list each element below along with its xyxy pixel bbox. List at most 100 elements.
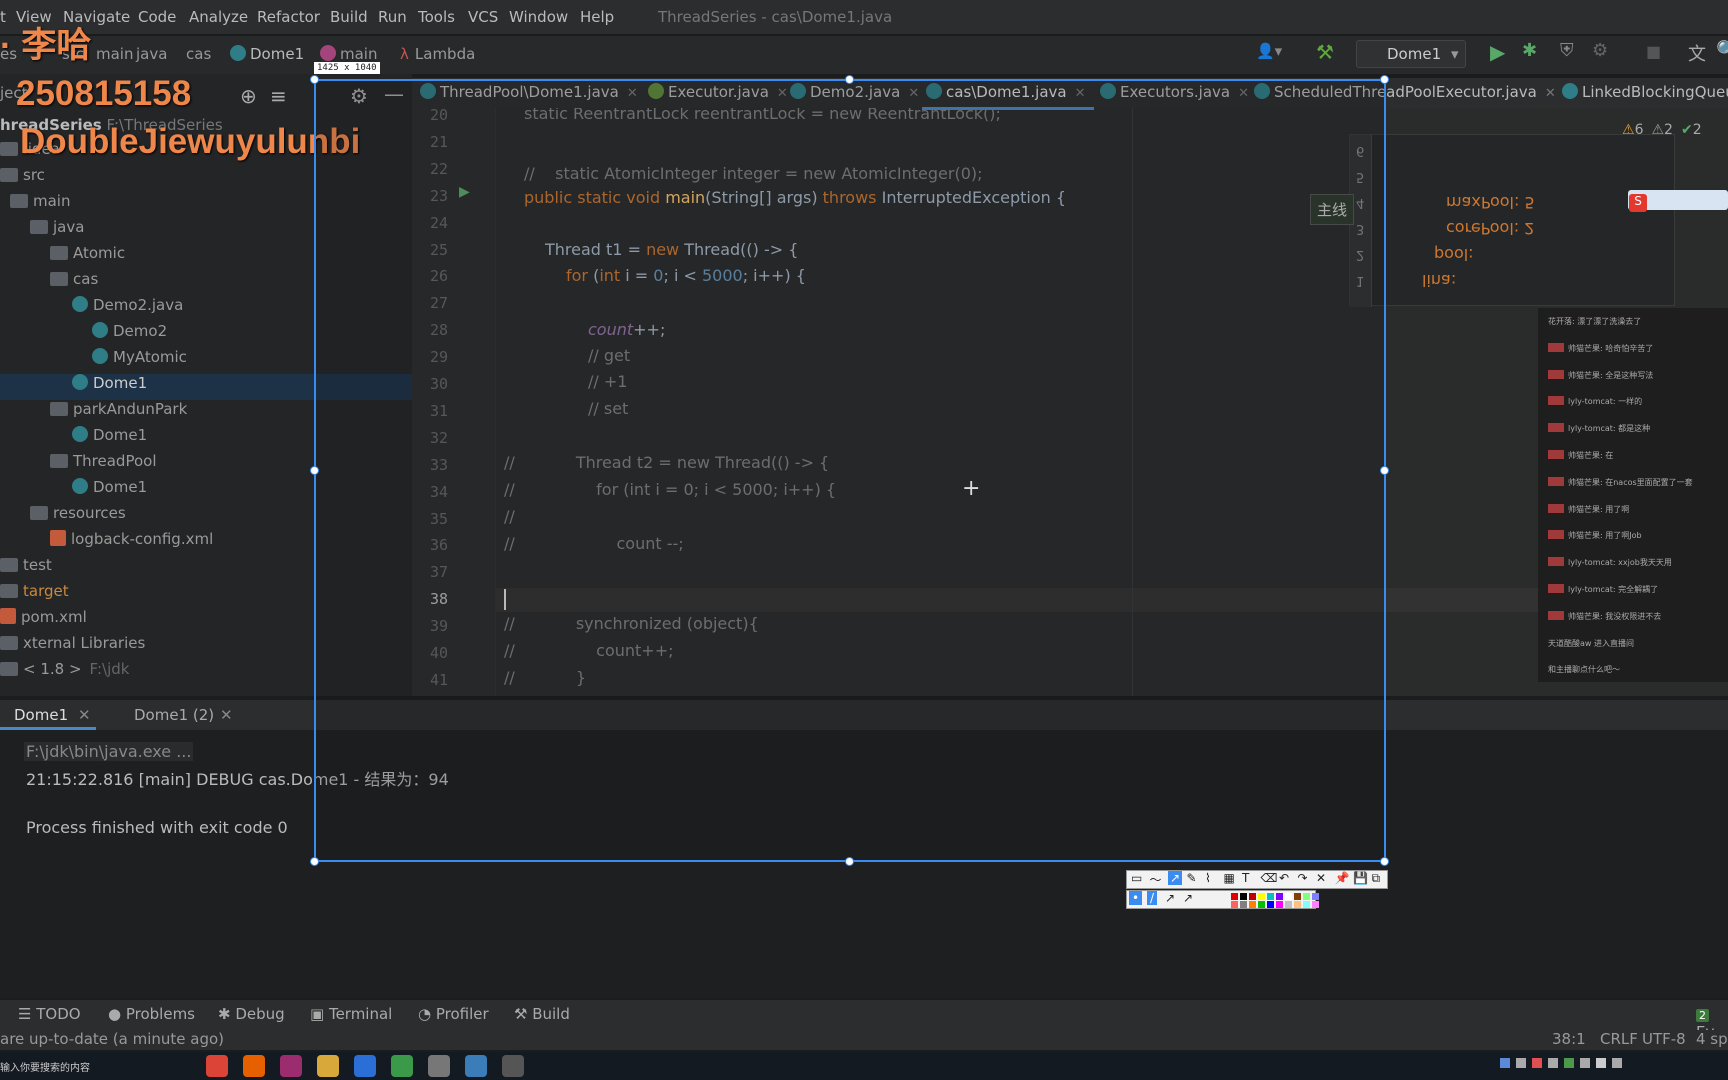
rect-tool-icon[interactable]: ▭ (1131, 871, 1142, 885)
menu-tools[interactable]: Tools (418, 8, 455, 26)
tree-item[interactable]: resources (30, 504, 126, 522)
app-image-icon[interactable] (465, 1055, 487, 1077)
problems-tool[interactable]: ● Problems (108, 1005, 195, 1023)
color-swatch[interactable] (1231, 901, 1238, 908)
run-icon[interactable]: ▶ (1490, 40, 1505, 64)
eraser-tool-icon[interactable]: ⌫ (1261, 871, 1278, 885)
color-swatch[interactable] (1312, 893, 1319, 900)
firefox-icon[interactable] (243, 1055, 265, 1077)
app-text-icon[interactable] (428, 1055, 450, 1077)
tree-item[interactable]: cas (50, 270, 98, 288)
color-swatch[interactable] (1303, 901, 1310, 908)
stop-icon[interactable]: ■ (1646, 42, 1661, 61)
arrow-style-icon[interactable]: ↗ (1183, 891, 1193, 905)
build-hammer-icon[interactable]: ⚒ (1316, 40, 1334, 64)
run-config-select[interactable]: Dome1 ▾ (1356, 40, 1466, 68)
resize-handle[interactable] (310, 466, 319, 475)
resize-handle[interactable] (310, 75, 319, 84)
user-icon[interactable]: 👤▾ (1256, 42, 1282, 60)
build-tool[interactable]: ⚒ Build (514, 1005, 570, 1023)
menu-window[interactable]: Window (509, 8, 568, 26)
mosaic-tool-icon[interactable]: ▦ (1224, 871, 1235, 885)
resize-handle[interactable] (845, 75, 854, 84)
translate-icon[interactable]: 文 (1688, 40, 1706, 66)
brush-tool-icon[interactable]: ⌇ (1205, 871, 1211, 885)
close-tool-icon[interactable]: ✕ (1316, 871, 1326, 885)
taskbar-search[interactable]: 输入你要搜索的内容 (0, 1059, 90, 1074)
run-tab-dome1-2[interactable]: Dome1 (2) (134, 706, 214, 724)
system-tray[interactable] (1500, 1058, 1720, 1074)
menu-vcs[interactable]: VCS (468, 8, 498, 26)
save-tool-icon[interactable]: 💾 (1353, 871, 1368, 885)
breadcrumb-lambda[interactable]: λ Lambda (400, 45, 475, 63)
color-swatch[interactable] (1258, 901, 1265, 908)
search-icon[interactable]: 🔍 (1716, 40, 1728, 61)
tree-item[interactable]: < 1.8 > F:\jdk (0, 660, 129, 678)
debug-icon[interactable]: ✱ (1522, 40, 1537, 61)
profiler-tool[interactable]: ◔ Profiler (418, 1005, 489, 1023)
color-swatch[interactable] (1249, 901, 1256, 908)
ime-toolbar[interactable]: S (1628, 190, 1728, 212)
arrow-style-icon[interactable]: ↗ (1165, 891, 1175, 905)
file-encoding[interactable]: UTF-8 (1642, 1030, 1686, 1048)
pen-tool-icon[interactable]: 〜 (1150, 871, 1162, 888)
color-swatch[interactable] (1231, 893, 1238, 900)
tree-item[interactable]: target (0, 582, 69, 600)
run-tab-dome1[interactable]: Dome1 (14, 706, 68, 724)
tree-item[interactable]: ThreadPool (50, 452, 156, 470)
indent-setting[interactable]: 4 sp (1696, 1030, 1728, 1048)
tree-item[interactable]: Demo2 (92, 322, 167, 340)
chrome-icon[interactable] (206, 1055, 228, 1077)
resize-handle[interactable] (1380, 466, 1389, 475)
crosshair-icon[interactable]: ⊕ (240, 84, 257, 108)
color-swatch[interactable] (1267, 893, 1274, 900)
tree-item[interactable]: pom.xml (0, 608, 87, 626)
tree-item[interactable]: xternal Libraries (0, 634, 145, 652)
pin-tool-icon[interactable]: 📌 (1335, 871, 1350, 885)
size-medium-icon[interactable]: / (1147, 891, 1158, 905)
folder-icon[interactable] (317, 1055, 339, 1077)
tree-item[interactable]: MyAtomic (92, 348, 187, 366)
color-swatch[interactable] (1285, 901, 1292, 908)
collapse-icon[interactable]: ≡ (270, 84, 287, 108)
app-k-icon[interactable] (354, 1055, 376, 1077)
color-swatch[interactable] (1258, 893, 1265, 900)
profile-icon[interactable]: ⚙ (1592, 40, 1608, 61)
tree-item[interactable]: test (0, 556, 52, 574)
undo-tool-icon[interactable]: ↶ (1279, 871, 1289, 885)
tab-linkedblockingqueue[interactable]: LinkedBlockingQueu (1562, 83, 1728, 101)
color-swatch[interactable] (1276, 893, 1283, 900)
color-swatch[interactable] (1240, 901, 1247, 908)
coverage-icon[interactable]: ⛨ (1560, 40, 1574, 61)
screenshot-selection[interactable] (314, 79, 1386, 862)
tree-item[interactable]: logback-config.xml (50, 530, 213, 548)
color-swatch[interactable] (1240, 893, 1247, 900)
color-swatch[interactable] (1249, 893, 1256, 900)
marker-tool-icon[interactable]: ✎ (1187, 871, 1197, 885)
redo-tool-icon[interactable]: ↷ (1298, 871, 1308, 885)
color-swatch[interactable] (1294, 893, 1301, 900)
resize-handle[interactable] (1380, 857, 1389, 866)
app-tool-icon[interactable] (502, 1055, 524, 1077)
copy-tool-icon[interactable]: ⧉ (1372, 871, 1381, 886)
arrow-tool-icon[interactable]: ↗ (1168, 871, 1183, 885)
color-swatch[interactable] (1285, 893, 1292, 900)
tree-item[interactable]: parkAndunPark (50, 400, 187, 418)
app-green-icon[interactable] (391, 1055, 413, 1077)
caret-position[interactable]: 38:1 (1552, 1030, 1586, 1048)
resize-handle[interactable] (310, 857, 319, 866)
close-icon[interactable]: ✕ (1545, 86, 1556, 101)
resize-handle[interactable] (845, 857, 854, 866)
tree-item[interactable]: Dome1 (72, 426, 147, 444)
color-swatch[interactable] (1267, 901, 1274, 908)
tree-item[interactable]: Demo2.java (72, 296, 183, 314)
todo-tool[interactable]: ☰ TODO (18, 1005, 81, 1023)
tree-item[interactable]: Dome1 (72, 374, 147, 392)
text-tool-icon[interactable]: T (1242, 871, 1249, 885)
color-swatch[interactable] (1303, 893, 1310, 900)
tree-item[interactable]: Atomic (50, 244, 125, 262)
menu-run[interactable]: Run (378, 8, 407, 26)
intellij-icon[interactable] (280, 1055, 302, 1077)
menu-help[interactable]: Help (580, 8, 614, 26)
resize-handle[interactable] (1380, 75, 1389, 84)
